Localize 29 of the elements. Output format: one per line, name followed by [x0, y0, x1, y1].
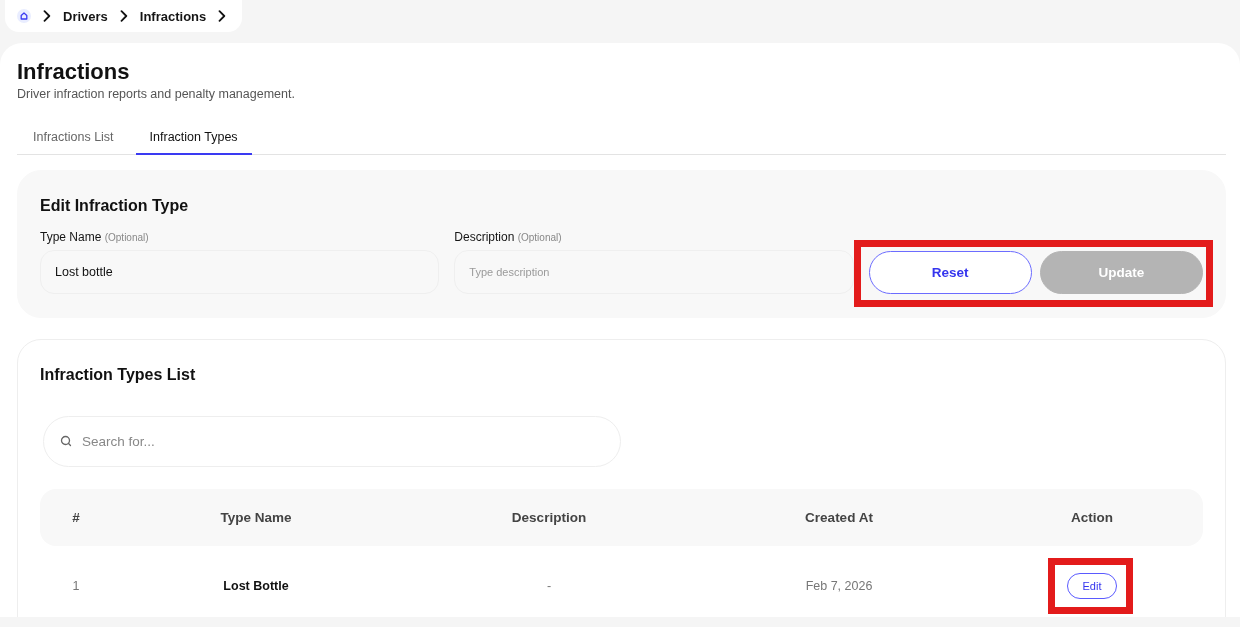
breadcrumb-link[interactable]: Infractions: [139, 8, 207, 24]
page-title: Infractions: [17, 59, 131, 85]
search-icon: [60, 435, 72, 447]
chevron-right-icon: [119, 10, 128, 22]
text-field[interactable]: Type description: [454, 250, 854, 294]
reset-button[interactable]: Reset: [868, 251, 1032, 294]
table-cell-text: 1: [71, 579, 81, 593]
breadcrumb-link[interactable]: Drivers: [63, 8, 108, 24]
home-icon[interactable]: [17, 9, 31, 23]
column-header: Description: [510, 510, 588, 525]
page-subtitle: Driver infraction reports and penalty management.: [17, 86, 296, 102]
field-label: Type Name (Optional): [40, 230, 150, 245]
column-header: #: [71, 510, 81, 525]
edit-button[interactable]: Edit: [1067, 573, 1117, 599]
column-header: Action: [1070, 510, 1114, 525]
text-field[interactable]: Lost bottle: [40, 250, 440, 294]
column-header: Created At: [804, 510, 874, 525]
table-cell-text: Lost Bottle: [222, 579, 290, 593]
column-header: Type Name: [219, 510, 293, 525]
table-cell-text: -: [545, 579, 553, 593]
chevron-right-icon: [218, 10, 227, 22]
chevron-right-icon: [43, 10, 51, 22]
list-title: Infraction Types List: [40, 365, 197, 385]
field-label: Description (Optional): [454, 230, 563, 245]
tab[interactable]: Infractions List: [19, 120, 128, 155]
form-title: Edit Infraction Type: [40, 196, 190, 216]
search-field[interactable]: Search for...: [43, 416, 621, 467]
table-cell-text: Feb 7, 2026: [804, 579, 874, 593]
tab[interactable]: Infraction Types: [135, 120, 252, 155]
